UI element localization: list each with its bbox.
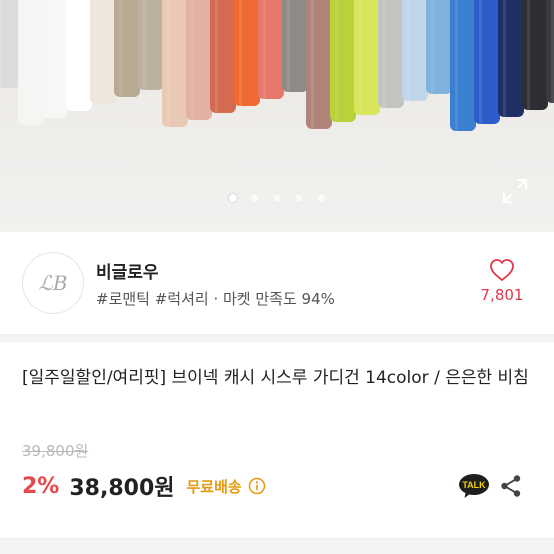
kakao-talk-icon[interactable]: TALK [458,473,490,499]
garment-swatch [522,0,548,110]
garment-swatch [234,0,260,106]
share-icon[interactable] [500,474,522,498]
product-title: [일주일할인/여리핏] 브이넥 캐시 시스루 가디건 14color / 은은한… [22,368,529,388]
garment-swatch [546,0,554,103]
garment-swatch [498,0,524,117]
garment-swatch [378,0,404,108]
garment-swatch [66,0,92,111]
info-icon[interactable] [248,477,266,495]
garment-swatch [426,0,452,94]
garment-swatch [450,0,476,131]
section-divider [0,334,554,342]
carousel-dot[interactable] [295,194,303,202]
carousel-pagination [0,194,554,202]
heart-icon [490,259,514,281]
garment-swatch [42,0,68,118]
garment-swatch [210,0,236,113]
carousel-dot[interactable] [251,194,259,202]
garment-swatch [474,0,500,124]
garment-swatch [330,0,356,122]
original-price: 39,800원 [22,442,89,460]
garment-swatch [18,0,44,125]
garment-swatch [306,0,332,129]
carousel-dot[interactable] [317,194,325,202]
product-image-carousel[interactable] [0,0,554,232]
shop-info-row[interactable]: ℒB 비글로우 #로맨틱 #럭셔리 · 마켓 만족도 94% 7,801 [0,232,554,334]
like-button[interactable]: 7,801 [472,258,532,304]
garment-swatch [90,0,116,104]
sale-price: 38,800원 [69,476,175,501]
garment-swatch [0,0,20,88]
shop-name[interactable]: 비글로우 [96,258,159,283]
price-row: 2% 38,800원 무료배송 [22,470,266,502]
garment-swatch [282,0,308,92]
garment-swatch [258,0,284,99]
garment-swatch [354,0,380,115]
garment-swatch [138,0,164,90]
free-shipping-label: 무료배송 [186,477,242,496]
talk-label: TALK [462,480,486,490]
section-divider-bottom [0,538,554,554]
shop-tags: #로맨틱 #럭셔리 · 마켓 만족도 94% [96,290,335,308]
carousel-dot[interactable] [273,194,281,202]
garment-swatch [402,0,428,101]
shop-avatar[interactable]: ℒB [22,252,84,314]
like-count: 7,801 [480,286,524,304]
fullscreen-expand-icon[interactable] [501,177,529,205]
carousel-dot[interactable] [229,194,237,202]
garment-swatch [114,0,140,97]
garment-swatch [162,0,188,127]
discount-rate: 2% [22,473,60,499]
garment-swatch [186,0,212,120]
